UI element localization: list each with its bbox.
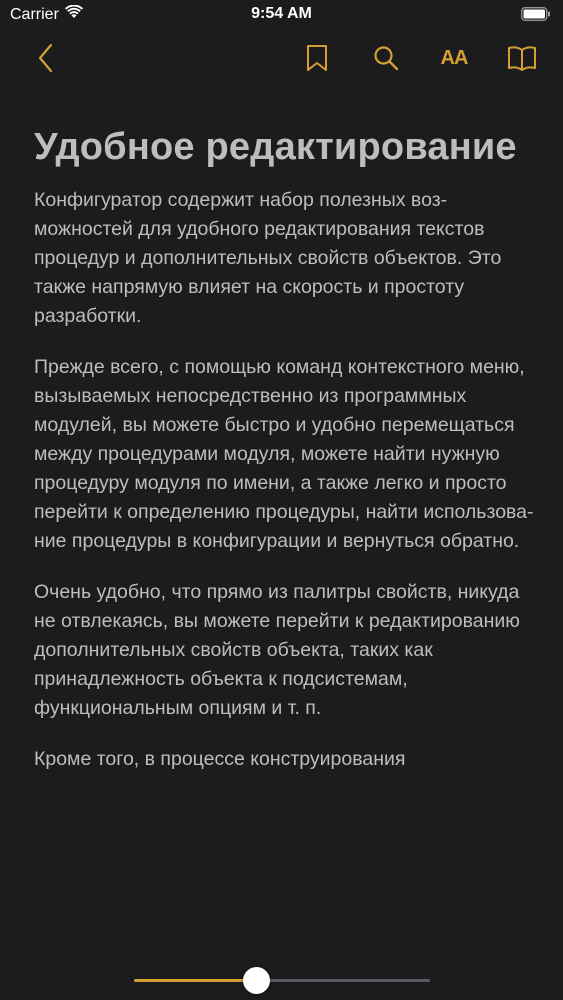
text-size-button[interactable]: AA bbox=[436, 40, 472, 76]
search-button[interactable] bbox=[370, 40, 402, 76]
bookmark-icon bbox=[307, 45, 327, 71]
article-content: Удобное редактирова­ние Конфигуратор сод… bbox=[34, 120, 534, 796]
article-title: Удобное редактирова­ние bbox=[34, 126, 517, 168]
page-slider[interactable] bbox=[0, 960, 563, 1000]
article-paragraph: Конфигуратор содержит набор полезных воз… bbox=[34, 189, 502, 327]
chevron-left-icon bbox=[38, 43, 53, 73]
article-paragraph: Кроме того, в процессе конструирования bbox=[34, 748, 406, 770]
slider-thumb[interactable] bbox=[243, 967, 270, 994]
back-button[interactable] bbox=[30, 40, 60, 76]
text-size-label: AA bbox=[440, 46, 469, 69]
slider-track-filled bbox=[134, 979, 256, 982]
article-paragraph: Очень удобно, что прямо из палитры свойс… bbox=[34, 581, 520, 719]
battery-icon bbox=[521, 7, 551, 26]
status-bar: Carrier 9:54 AM bbox=[0, 0, 563, 30]
search-icon bbox=[374, 46, 399, 71]
library-button[interactable] bbox=[506, 40, 538, 76]
status-time: 9:54 AM bbox=[251, 5, 312, 22]
bookmark-button[interactable] bbox=[302, 40, 332, 76]
slider-track-remaining bbox=[256, 979, 430, 982]
article-paragraph: Прежде всего, с помощью команд контекстн… bbox=[34, 356, 534, 552]
reader-toolbar: AA bbox=[0, 30, 563, 86]
book-icon bbox=[508, 46, 536, 71]
